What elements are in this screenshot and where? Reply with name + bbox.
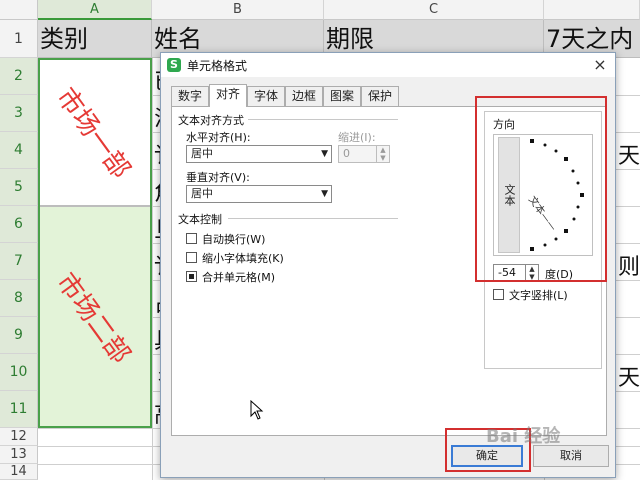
degree-label: 度(D) bbox=[545, 268, 574, 281]
indent-stepper[interactable]: 0 ▲ ▼ bbox=[338, 145, 390, 163]
chevron-down-icon: ▼ bbox=[321, 189, 328, 199]
row-header-13[interactable]: 13 bbox=[0, 446, 38, 464]
merged-cell-market-2[interactable]: 市场二部 bbox=[38, 206, 152, 428]
row-header-14[interactable]: 14 bbox=[0, 464, 38, 480]
vertical-stack-label: 文字竖排(L) bbox=[509, 289, 568, 302]
tab-border[interactable]: 边框 bbox=[285, 86, 323, 106]
merged-cell-text: 市场二部 bbox=[50, 267, 136, 370]
rotation-dial-icon bbox=[530, 139, 584, 251]
indent-value: 0 bbox=[343, 147, 350, 160]
row-header-11[interactable]: 11 bbox=[0, 391, 38, 428]
stepper-arrows-icon[interactable]: ▲ ▼ bbox=[525, 265, 538, 281]
column-header-a[interactable]: A bbox=[38, 0, 152, 20]
orientation-dial[interactable]: 文本 文本—— bbox=[493, 134, 593, 256]
column-header-b[interactable]: B bbox=[152, 0, 324, 20]
orientation-group: 方向 文本 文本—— -54 ▲ ▼ 度(D) 文字竖排(L) bbox=[484, 111, 602, 369]
watermark: Bai 经验 bbox=[486, 426, 561, 447]
mouse-cursor-icon bbox=[250, 400, 264, 420]
row-header-2[interactable]: 2 bbox=[0, 58, 38, 95]
dialog-title-bar[interactable]: S 单元格格式 × bbox=[161, 53, 615, 77]
tab-font[interactable]: 字体 bbox=[247, 86, 285, 106]
merge-cells-label: 合并单元格(M) bbox=[202, 271, 276, 284]
shrink-to-fit-label: 缩小字体填充(K) bbox=[202, 252, 284, 265]
cell-text: 天 bbox=[618, 144, 640, 169]
tab-protection[interactable]: 保护 bbox=[361, 86, 399, 106]
text-control-section-title: 文本控制 bbox=[178, 213, 222, 226]
close-icon[interactable]: × bbox=[591, 55, 609, 74]
vertical-align-select[interactable]: 居中 ▼ bbox=[186, 185, 332, 203]
format-cells-dialog[interactable]: S 单元格格式 × 数字 对齐 字体 边框 图案 保护 文本对齐方式 水平对齐(… bbox=[160, 52, 616, 478]
cell-text: 天 bbox=[618, 366, 640, 391]
chevron-down-icon: ▼ bbox=[321, 149, 328, 159]
orientation-title: 方向 bbox=[493, 118, 515, 131]
row-header-6[interactable]: 6 bbox=[0, 206, 38, 243]
ok-button[interactable]: 确定 bbox=[451, 445, 523, 467]
vertical-stack-checkbox[interactable] bbox=[493, 289, 504, 300]
horizontal-align-select[interactable]: 居中 ▼ bbox=[186, 145, 332, 163]
row-header-8[interactable]: 8 bbox=[0, 280, 38, 317]
degree-value: -54 bbox=[498, 266, 516, 279]
cell-text: 则 bbox=[618, 255, 640, 280]
row-header-7[interactable]: 7 bbox=[0, 243, 38, 280]
degree-stepper[interactable]: -54 ▲ ▼ bbox=[493, 264, 539, 282]
cancel-button[interactable]: 取消 bbox=[533, 445, 609, 467]
merged-cell-text: 市场一部 bbox=[50, 82, 136, 185]
wrap-text-label: 自动换行(W) bbox=[202, 233, 266, 246]
row-header-5[interactable]: 5 bbox=[0, 169, 38, 206]
merge-cells-checkbox[interactable] bbox=[186, 271, 197, 282]
dialog-title: 单元格格式 bbox=[187, 59, 248, 73]
stepper-arrows-icon[interactable]: ▲ ▼ bbox=[376, 146, 389, 162]
row-header-4[interactable]: 4 bbox=[0, 132, 38, 169]
tab-alignment[interactable]: 对齐 bbox=[209, 84, 247, 107]
tab-pattern[interactable]: 图案 bbox=[323, 86, 361, 106]
app-logo-icon: S bbox=[167, 58, 181, 72]
column-header-d[interactable] bbox=[544, 0, 640, 20]
vertical-align-value: 居中 bbox=[191, 187, 213, 200]
row-header-12[interactable]: 12 bbox=[0, 428, 38, 446]
row-header-9[interactable]: 9 bbox=[0, 317, 38, 354]
row-header-1[interactable]: 1 bbox=[0, 20, 38, 58]
tab-number[interactable]: 数字 bbox=[171, 86, 209, 106]
column-header-c[interactable]: C bbox=[324, 0, 544, 20]
header-cell-category[interactable]: 类别 bbox=[38, 20, 152, 58]
horizontal-align-value: 居中 bbox=[191, 147, 213, 160]
wrap-text-checkbox[interactable] bbox=[186, 233, 197, 244]
select-all-corner[interactable] bbox=[0, 0, 38, 20]
vertical-align-label: 垂直对齐(V): bbox=[186, 171, 250, 184]
horizontal-align-label: 水平对齐(H): bbox=[186, 131, 251, 144]
shrink-to-fit-checkbox[interactable] bbox=[186, 252, 197, 263]
row-header-3[interactable]: 3 bbox=[0, 95, 38, 132]
indent-label: 缩进(I): bbox=[338, 131, 376, 144]
row-header-10[interactable]: 10 bbox=[0, 354, 38, 391]
merged-cell-market-1[interactable]: 市场一部 bbox=[38, 58, 152, 206]
text-align-section-title: 文本对齐方式 bbox=[178, 114, 244, 127]
